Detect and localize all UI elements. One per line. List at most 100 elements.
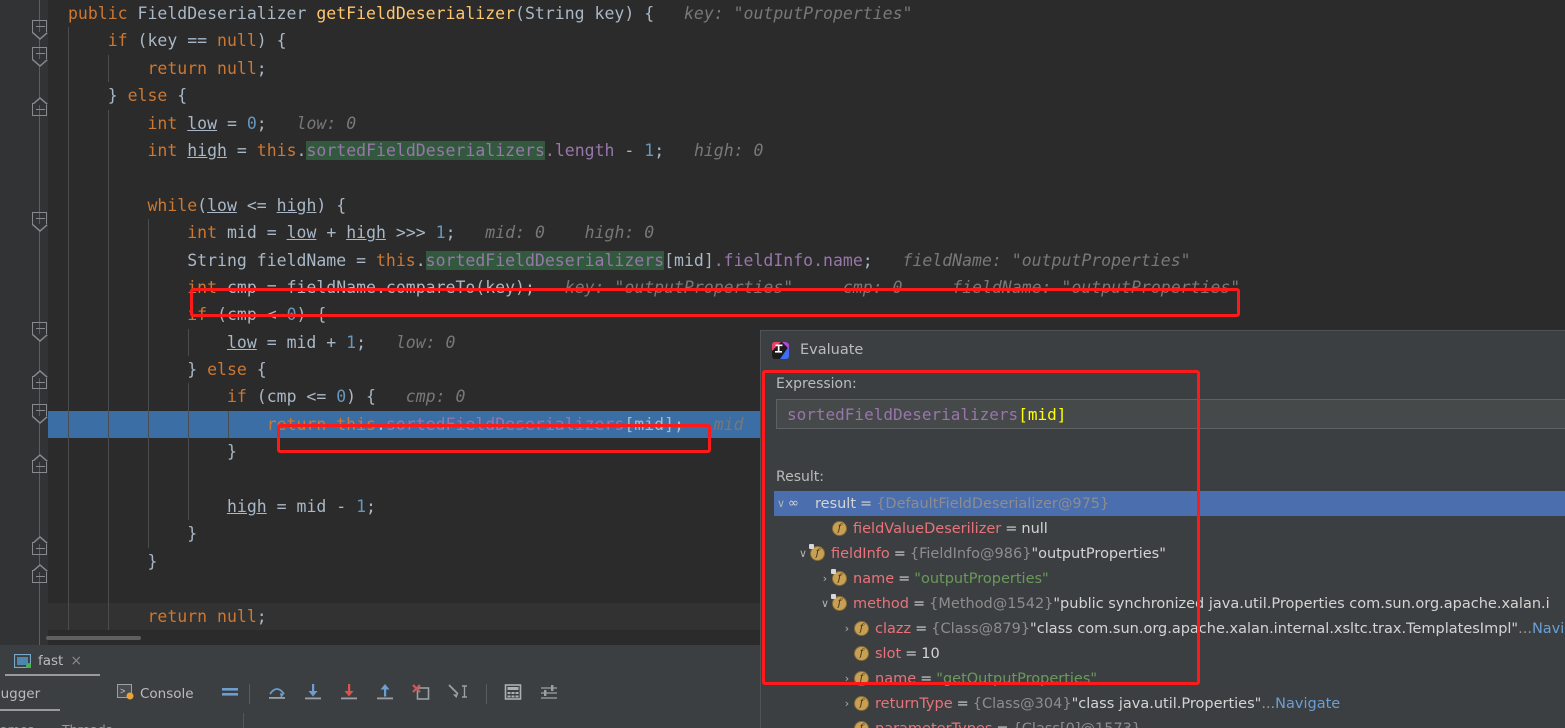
chevron-right-icon[interactable]: ›	[840, 672, 854, 685]
tree-row[interactable]: ∨ f method = {Method@1542} "public synchroni…	[774, 591, 1565, 616]
code-token: 1	[644, 140, 655, 160]
tree-row[interactable]: f parameterTypes = {Class[0]@1573}	[774, 716, 1565, 728]
tree-row[interactable]: › f name = "getOutputProperties"	[774, 666, 1565, 691]
code-token: cmp: 0	[375, 387, 466, 407]
code-token: .fieldInfo	[713, 250, 814, 270]
horizontal-scrollbar[interactable]	[46, 636, 141, 640]
fold-marker[interactable]	[32, 370, 48, 389]
calculator-icon[interactable]	[504, 683, 522, 705]
code-token: ) {	[256, 31, 287, 51]
code-line[interactable]	[48, 164, 1565, 192]
panel-divider	[243, 713, 244, 728]
code-token: .length	[544, 140, 615, 160]
equals-sign: =	[996, 721, 1008, 728]
navigate-link[interactable]: Navigate	[1275, 696, 1340, 712]
chevron-right-icon[interactable]: ›	[818, 572, 832, 585]
code-line[interactable]: if (cmp < 0) {	[48, 301, 1565, 329]
indent-guide	[68, 301, 69, 329]
object-reference: {FieldInfo@986}	[909, 545, 1032, 562]
code-token: public	[68, 4, 138, 23]
drop-frame-icon[interactable]	[411, 683, 431, 705]
code-line[interactable]: return null;	[48, 54, 1565, 83]
fold-marker[interactable]	[32, 20, 48, 40]
code-token: ) {	[346, 387, 376, 407]
step-over-icon[interactable]	[267, 683, 287, 705]
tree-row[interactable]: ∨ ∞ result = {DefaultFieldDeserializer@975}	[774, 491, 1565, 516]
debugger-toolbar[interactable]: bugger > Console	[0, 677, 780, 711]
code-line[interactable]: int mid = low + high >>> 1; mid: 0 high:…	[48, 219, 1565, 247]
expression-input[interactable]: sortedFieldDeserializers [mid]	[776, 399, 1565, 429]
code-token: key: "outputProperties" cmp: 0 fieldName…	[534, 277, 1241, 297]
code-line[interactable]: } else {	[48, 82, 1565, 110]
code-token: ;	[256, 606, 267, 626]
code-line[interactable]: int cmp = fieldName.compareTo(key); key:…	[48, 273, 1565, 302]
indent-guide	[148, 410, 149, 439]
chevron-down-icon[interactable]: ∨	[818, 597, 832, 610]
tree-node-value: "outputProperties"	[914, 570, 1049, 587]
tree-node-name: slot	[875, 645, 902, 662]
indent-guide	[68, 109, 69, 137]
tab-console[interactable]: > Console	[117, 684, 194, 704]
editor-gutter[interactable]	[0, 0, 48, 645]
run-configuration-tab[interactable]: fast ×	[13, 649, 82, 673]
field-icon: f	[810, 546, 825, 561]
code-line[interactable]: int low = 0; low: 0	[48, 109, 1565, 137]
code-line[interactable]: public FieldDeserializer getFieldDeseria…	[48, 0, 1565, 27]
fold-marker[interactable]	[32, 404, 48, 424]
fold-marker[interactable]	[32, 564, 48, 583]
chevron-right-icon[interactable]: ›	[840, 697, 854, 710]
evaluate-dialog[interactable]: Evaluate Expression: sortedFieldDeserial…	[760, 330, 1565, 728]
indent-guide	[68, 602, 69, 630]
code-token: = mid +	[256, 332, 347, 352]
code-line[interactable]: if (key == null) {	[48, 27, 1565, 55]
code-line[interactable]: while(low <= high) {	[48, 191, 1565, 220]
show-execution-point-icon[interactable]	[220, 684, 240, 704]
fold-marker[interactable]	[32, 454, 48, 473]
fold-marker[interactable]	[32, 212, 48, 232]
code-token: low	[207, 195, 237, 215]
fold-marker[interactable]	[32, 322, 48, 342]
indent-guide	[108, 136, 109, 165]
code-token: ;	[256, 58, 267, 78]
expression-text: sortedFieldDeserializers	[787, 404, 1019, 424]
step-out-icon[interactable]	[375, 683, 395, 705]
chevron-right-icon[interactable]: ›	[840, 622, 854, 635]
tree-row[interactable]: › f name = "outputProperties"	[774, 566, 1565, 591]
settings-icon[interactable]	[540, 684, 560, 704]
equals-sign: =	[898, 570, 911, 587]
fold-marker[interactable]	[32, 97, 48, 116]
indent-guide	[68, 328, 69, 357]
fold-marker[interactable]	[32, 47, 48, 67]
tree-row[interactable]: ∨ f fieldInfo = {FieldInfo@986} "outputPrope…	[774, 541, 1565, 566]
field-icon: f	[832, 571, 847, 586]
indent-guide	[68, 438, 69, 466]
fold-marker[interactable]	[32, 536, 48, 555]
code-line[interactable]: int high = this.sortedFieldDeserializers…	[48, 136, 1565, 165]
chevron-down-icon[interactable]: ∨	[774, 497, 788, 510]
indent-guide	[188, 465, 189, 494]
result-tree[interactable]: ∨ ∞ result = {DefaultFieldDeserializer@975} …	[774, 491, 1565, 728]
run-config-icon	[13, 653, 32, 669]
tab-debugger[interactable]: bugger	[0, 686, 97, 702]
close-icon[interactable]: ×	[70, 653, 82, 669]
tree-node-value: "class java.util.Properties"	[1071, 695, 1262, 712]
code-token: 1	[346, 332, 357, 352]
code-token: high	[276, 195, 317, 215]
tree-row[interactable]: › f returnType = {Class@304} "class java.uti…	[774, 691, 1565, 716]
tree-row[interactable]: f fieldValueDeserilizer = null	[774, 516, 1565, 541]
indent-guide	[188, 438, 189, 466]
code-token: ;	[445, 223, 456, 243]
navigate-link[interactable]: Navigate	[1532, 621, 1565, 637]
run-to-cursor-icon[interactable]	[447, 683, 469, 705]
force-step-into-icon[interactable]	[339, 683, 359, 705]
code-token: sortedFieldDeserializers	[385, 414, 625, 434]
tree-row[interactable]: › f clazz = {Class@879} "class com.sun.org.a…	[774, 616, 1565, 641]
tree-row[interactable]: f slot = 10	[774, 641, 1565, 666]
code-token: {	[246, 360, 267, 380]
indent-guide	[108, 164, 109, 192]
indent-guide	[188, 493, 189, 521]
field-icon: f	[854, 696, 869, 711]
code-line[interactable]: String fieldName = this.sortedFieldDeser…	[48, 246, 1565, 274]
chevron-down-icon[interactable]: ∨	[796, 547, 810, 560]
step-into-icon[interactable]	[303, 683, 323, 705]
